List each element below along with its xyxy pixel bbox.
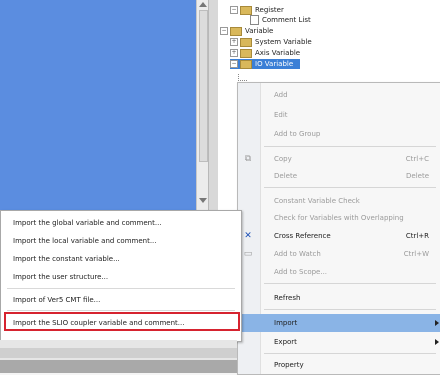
menu-item-export[interactable]: Export — [238, 334, 440, 350]
folder-icon — [240, 37, 252, 47]
menu-item-add-to-watch[interactable]: ▭ Add to Watch Ctrl+W — [238, 246, 440, 262]
submenu-item-import-user-structure[interactable]: Import the user structure... — [1, 268, 241, 286]
menu-separator — [264, 187, 436, 188]
menu-item-refresh[interactable]: Refresh — [238, 290, 440, 306]
tree-item-comment-list[interactable]: Comment List — [250, 15, 311, 25]
submenu-item-import-ver5-cmt[interactable]: Import of Ver5 CMT file... — [1, 291, 241, 309]
menu-item-constant-variable-check[interactable]: Constant Variable Check — [238, 193, 440, 209]
collapse-icon[interactable]: − — [230, 6, 238, 14]
menu-separator — [264, 353, 436, 354]
submenu-separator — [7, 288, 235, 289]
folder-icon — [240, 48, 252, 58]
cross-reference-icon: ✕ — [244, 231, 252, 241]
status-area — [0, 360, 237, 373]
scrollbar-thumb[interactable] — [199, 10, 208, 162]
menu-item-copy[interactable]: ⧉ Copy Ctrl+C — [238, 151, 440, 167]
highlight-callout — [4, 312, 240, 331]
expand-icon[interactable]: + — [230, 38, 238, 46]
menu-separator — [264, 309, 436, 310]
folder-icon — [240, 59, 252, 69]
expand-icon[interactable]: + — [230, 49, 238, 57]
horizontal-scrollbar[interactable] — [0, 348, 237, 358]
scroll-down-icon[interactable] — [199, 198, 207, 203]
submenu-separator — [7, 310, 235, 311]
document-icon — [250, 15, 259, 25]
tree-item-register[interactable]: − Register — [230, 5, 284, 15]
menu-item-add-to-scope[interactable]: Add to Scope... — [238, 264, 440, 280]
context-menu: Add Edit Add to Group ⧉ Copy Ctrl+C Dele… — [237, 82, 440, 375]
menu-item-import[interactable]: Import — [238, 314, 440, 332]
submenu-arrow-icon — [435, 339, 439, 345]
watch-icon: ▭ — [243, 249, 253, 259]
collapse-icon[interactable]: − — [230, 60, 238, 68]
menu-separator — [264, 146, 436, 147]
menu-item-check-overlapping[interactable]: Check for Variables with Overlapping — [238, 210, 440, 226]
editor-area — [0, 0, 208, 210]
menu-item-property[interactable]: Property — [238, 357, 440, 373]
bottom-panel — [0, 340, 237, 373]
menu-item-edit[interactable]: Edit — [238, 107, 440, 123]
submenu-item-import-local-variable[interactable]: Import the local variable and comment... — [1, 232, 241, 250]
tree-connector — [238, 74, 247, 81]
menu-item-add[interactable]: Add — [238, 87, 440, 103]
tree-item-variable[interactable]: − Variable — [220, 26, 273, 36]
tree-item-axis-variable[interactable]: + Axis Variable — [230, 48, 300, 58]
submenu-item-import-constant-variable[interactable]: Import the constant variable... — [1, 250, 241, 268]
menu-item-delete[interactable]: Delete Delete — [238, 168, 440, 184]
folder-icon — [240, 5, 252, 15]
menu-item-add-to-group[interactable]: Add to Group — [238, 126, 440, 142]
folder-icon — [230, 26, 242, 36]
tree-item-io-variable[interactable]: − IO Variable — [230, 59, 300, 69]
scroll-up-icon[interactable] — [199, 2, 207, 7]
copy-icon: ⧉ — [244, 154, 252, 164]
menu-item-cross-reference[interactable]: ✕ Cross Reference Ctrl+R — [238, 228, 440, 244]
submenu-item-import-global-variable[interactable]: Import the global variable and comment..… — [1, 214, 241, 232]
tree-item-system-variable[interactable]: + System Variable — [230, 37, 312, 47]
collapse-icon[interactable]: − — [220, 27, 228, 35]
submenu-arrow-icon — [435, 320, 439, 326]
menu-separator — [264, 283, 436, 284]
